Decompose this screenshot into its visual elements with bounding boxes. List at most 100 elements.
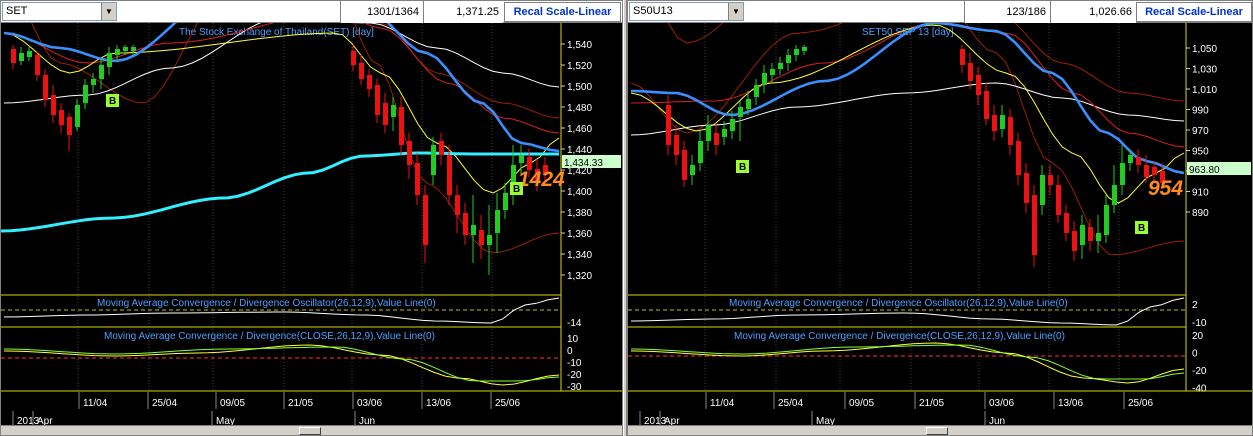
y-tick-label: 1,500	[567, 82, 592, 93]
dropdown-arrow-icon[interactable]: ▼	[101, 3, 116, 20]
candle-body	[107, 53, 112, 67]
chart-toolbar-left: SET ▼ 1301/1364 1,371.25 Recal Scale-Lin…	[1, 1, 622, 23]
price-tag: 963.80	[1189, 165, 1220, 176]
candle-body	[399, 107, 404, 145]
candle-body	[471, 225, 476, 235]
scrollbar-thumb[interactable]	[299, 427, 321, 435]
recal-scale-button[interactable]: Recal Scale-Linear	[1136, 2, 1252, 22]
y-tick-label: 1,460	[567, 124, 592, 135]
macd-tick-label: -30	[567, 382, 582, 393]
macd-tick-label: -10	[567, 358, 582, 369]
osc-tick-label: -14	[567, 318, 582, 329]
symbol-select-right[interactable]: S50U13 ▼	[629, 2, 744, 21]
candle-body	[1088, 227, 1093, 241]
candle-body	[375, 85, 380, 115]
date-label: 25/06	[1128, 398, 1153, 409]
macd-tick-label: 0	[1192, 349, 1198, 360]
candle-body	[1152, 167, 1157, 175]
candle-body	[35, 55, 40, 75]
candle-body	[1112, 185, 1117, 205]
candle-body	[423, 195, 428, 245]
candle-body	[447, 155, 452, 195]
candle-body	[1000, 115, 1005, 129]
candle-body	[778, 63, 783, 69]
candle-body	[984, 91, 989, 119]
candle-body	[359, 63, 364, 79]
candle-body	[391, 105, 396, 117]
candle-body	[666, 105, 671, 145]
chart-panel-left[interactable]: SET ▼ 1301/1364 1,371.25 Recal Scale-Lin…	[0, 0, 623, 436]
buy-signal-label: B	[513, 184, 520, 195]
date-label: 11/04	[83, 398, 108, 409]
symbol-select-left[interactable]: SET ▼	[2, 2, 117, 21]
date-label: 09/05	[849, 398, 874, 409]
y-tick-label: 1,360	[567, 229, 592, 240]
candle-body	[714, 133, 719, 145]
price-tag: 1,434.33	[564, 158, 603, 169]
chart-background	[628, 23, 1252, 427]
annotation-label: 1424	[518, 168, 565, 191]
macd-tick-label: 10	[567, 334, 579, 345]
candle-body	[1072, 231, 1077, 251]
candle-body	[802, 47, 807, 51]
date-label: 11/04	[710, 398, 735, 409]
y-tick-label: 970	[1192, 126, 1209, 137]
y-tick-label: 1,520	[567, 61, 592, 72]
osc-tick-label: -10	[1192, 318, 1207, 329]
date-label: 03/06	[989, 398, 1014, 409]
date-label: 21/05	[919, 398, 944, 409]
chart-canvas-left[interactable]: 1,5401,5201,5001,4801,4601,4401,4201,400…	[1, 23, 622, 427]
candle-body	[27, 51, 32, 57]
symbol-value: S50U13	[633, 5, 673, 17]
candle-body	[495, 210, 500, 233]
buy-signal-label: B	[739, 162, 746, 173]
chart-panel-right[interactable]: S50U13 ▼ 123/186 1,026.66 Recal Scale-Li…	[627, 0, 1253, 436]
recal-scale-button[interactable]: Recal Scale-Linear	[504, 2, 621, 22]
y-tick-label: 910	[1192, 188, 1209, 199]
date-label: 13/06	[426, 398, 451, 409]
candle-body	[786, 55, 791, 63]
dropdown-arrow-icon[interactable]: ▼	[728, 3, 743, 20]
candle-body	[1080, 225, 1085, 245]
date-label: 03/06	[357, 398, 382, 409]
candle-body	[1136, 157, 1141, 165]
buy-signal-label: B	[109, 96, 116, 107]
candle-body	[455, 195, 460, 215]
horizontal-scrollbar[interactable]	[628, 425, 1252, 435]
candle-body	[1128, 155, 1133, 163]
candle-body	[960, 49, 965, 65]
candle-body	[115, 49, 120, 55]
candle-body	[67, 117, 72, 135]
y-tick-label: 1,010	[1192, 85, 1217, 96]
candle-body	[706, 125, 711, 141]
date-label: 25/06	[495, 398, 520, 409]
candle-body	[730, 119, 735, 131]
candle-body	[794, 49, 799, 55]
candle-body	[1008, 117, 1013, 145]
y-tick-label: 890	[1192, 208, 1209, 219]
horizontal-scrollbar[interactable]	[1, 425, 622, 435]
candle-body	[976, 75, 981, 95]
macd-tick-label: -20	[567, 370, 582, 381]
macd-title: Moving Average Convergence / Divergence(…	[104, 331, 435, 342]
candle-body	[407, 141, 412, 165]
candle-body	[83, 85, 88, 103]
last-close: 1,026.66	[1050, 1, 1136, 23]
candle-body	[738, 107, 743, 117]
candle-body	[682, 150, 687, 180]
y-tick-label: 1,320	[567, 271, 592, 282]
chart-toolbar-right: S50U13 ▼ 123/186 1,026.66 Recal Scale-Li…	[628, 1, 1252, 23]
candle-body	[59, 110, 64, 125]
candle-body	[463, 213, 468, 235]
candle-body	[1120, 163, 1125, 185]
candle-body	[1032, 195, 1037, 255]
candle-body	[123, 47, 128, 51]
scrollbar-thumb[interactable]	[926, 427, 948, 435]
candle-body	[383, 103, 388, 125]
macd-tick-label: 0	[567, 346, 573, 357]
osc-tick-label: 2	[1192, 300, 1198, 311]
y-tick-label: 1,480	[567, 103, 592, 114]
candle-body	[11, 49, 16, 63]
candle-body	[131, 47, 136, 51]
chart-canvas-right[interactable]: 1,0501,0301,010990970950930910890SET50 S…	[628, 23, 1252, 427]
